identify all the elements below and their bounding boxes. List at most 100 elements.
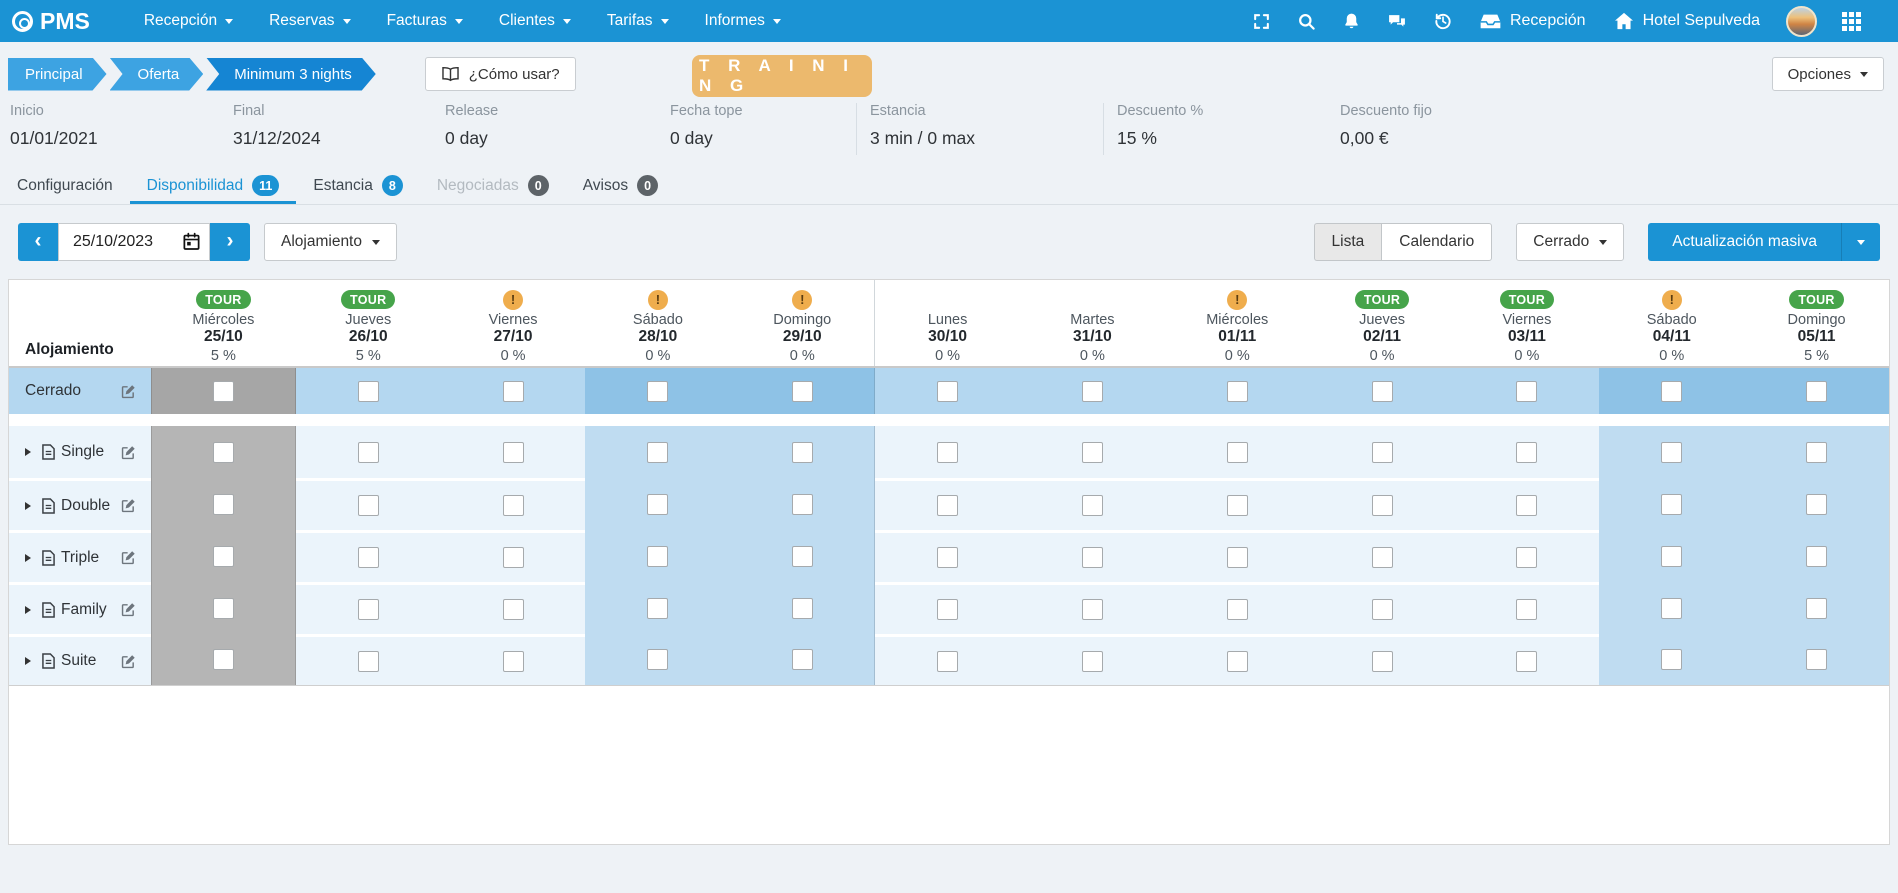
- edit-icon[interactable]: [120, 497, 137, 514]
- availability-checkbox-suite-25-10[interactable]: [213, 649, 234, 670]
- availability-checkbox-family-31-10[interactable]: [1082, 599, 1103, 620]
- menu-reservas[interactable]: Reservas: [251, 0, 368, 42]
- closed-checkbox-29-10[interactable]: [792, 381, 813, 402]
- availability-checkbox-family-25-10[interactable]: [213, 598, 234, 619]
- availability-checkbox-family-03-11[interactable]: [1516, 599, 1537, 620]
- availability-checkbox-suite-01-11[interactable]: [1227, 651, 1248, 672]
- availability-checkbox-family-27-10[interactable]: [503, 599, 524, 620]
- availability-checkbox-triple-25-10[interactable]: [213, 546, 234, 567]
- availability-checkbox-triple-28-10[interactable]: [647, 546, 668, 567]
- availability-checkbox-single-26-10[interactable]: [358, 442, 379, 463]
- view-list-button[interactable]: Lista: [1314, 223, 1382, 261]
- availability-checkbox-triple-02-11[interactable]: [1372, 547, 1393, 568]
- availability-checkbox-suite-26-10[interactable]: [358, 651, 379, 672]
- menu-recepcion[interactable]: Recepción: [126, 0, 251, 42]
- closed-checkbox-05-11[interactable]: [1806, 381, 1827, 402]
- how-to-use-button[interactable]: ¿Cómo usar?: [425, 57, 576, 91]
- closed-checkbox-04-11[interactable]: [1661, 381, 1682, 402]
- bell-icon[interactable]: [1329, 0, 1374, 42]
- availability-checkbox-suite-31-10[interactable]: [1082, 651, 1103, 672]
- availability-checkbox-double-27-10[interactable]: [503, 495, 524, 516]
- availability-checkbox-triple-30-10[interactable]: [937, 547, 958, 568]
- tab-estancia[interactable]: Estancia8: [296, 167, 419, 204]
- bulk-update-caret[interactable]: [1841, 223, 1880, 261]
- status-filter-button[interactable]: Cerrado: [1516, 223, 1624, 261]
- expand-row-icon[interactable]: [25, 606, 35, 614]
- closed-checkbox-27-10[interactable]: [503, 381, 524, 402]
- expand-row-icon[interactable]: [25, 657, 35, 665]
- availability-checkbox-family-30-10[interactable]: [937, 599, 958, 620]
- search-icon[interactable]: [1284, 0, 1329, 42]
- tab-avisos[interactable]: Avisos0: [566, 167, 675, 204]
- availability-checkbox-family-04-11[interactable]: [1661, 598, 1682, 619]
- availability-checkbox-single-29-10[interactable]: [792, 442, 813, 463]
- availability-checkbox-triple-01-11[interactable]: [1227, 547, 1248, 568]
- availability-checkbox-double-26-10[interactable]: [358, 495, 379, 516]
- availability-checkbox-double-30-10[interactable]: [937, 495, 958, 516]
- bulk-update-button[interactable]: Actualización masiva: [1648, 223, 1880, 261]
- edit-icon[interactable]: [120, 549, 137, 566]
- availability-checkbox-triple-29-10[interactable]: [792, 546, 813, 567]
- availability-checkbox-family-02-11[interactable]: [1372, 599, 1393, 620]
- availability-checkbox-suite-02-11[interactable]: [1372, 651, 1393, 672]
- availability-checkbox-suite-05-11[interactable]: [1806, 649, 1827, 670]
- menu-tarifas[interactable]: Tarifas: [589, 0, 687, 42]
- availability-checkbox-double-01-11[interactable]: [1227, 495, 1248, 516]
- closed-checkbox-25-10[interactable]: [213, 381, 234, 402]
- next-date-button[interactable]: ›: [210, 223, 250, 261]
- closed-checkbox-03-11[interactable]: [1516, 381, 1537, 402]
- availability-checkbox-single-02-11[interactable]: [1372, 442, 1393, 463]
- menu-informes[interactable]: Informes: [687, 0, 799, 42]
- availability-checkbox-family-05-11[interactable]: [1806, 598, 1827, 619]
- expand-row-icon[interactable]: [25, 448, 35, 456]
- closed-checkbox-02-11[interactable]: [1372, 381, 1393, 402]
- user-avatar[interactable]: [1786, 6, 1817, 37]
- fullscreen-icon[interactable]: [1239, 0, 1284, 42]
- edit-icon[interactable]: [120, 383, 137, 400]
- availability-checkbox-suite-29-10[interactable]: [792, 649, 813, 670]
- availability-checkbox-suite-27-10[interactable]: [503, 651, 524, 672]
- accommodation-filter-button[interactable]: Alojamiento: [264, 223, 397, 261]
- availability-checkbox-single-05-11[interactable]: [1806, 442, 1827, 463]
- availability-checkbox-double-31-10[interactable]: [1082, 495, 1103, 516]
- view-calendar-button[interactable]: Calendario: [1381, 223, 1492, 261]
- tab-configuracion[interactable]: Configuración: [0, 167, 130, 204]
- availability-checkbox-single-27-10[interactable]: [503, 442, 524, 463]
- availability-checkbox-single-03-11[interactable]: [1516, 442, 1537, 463]
- menu-clientes[interactable]: Clientes: [481, 0, 589, 42]
- availability-checkbox-triple-04-11[interactable]: [1661, 546, 1682, 567]
- availability-checkbox-single-01-11[interactable]: [1227, 442, 1248, 463]
- availability-checkbox-suite-04-11[interactable]: [1661, 649, 1682, 670]
- tab-negociadas[interactable]: Negociadas0: [420, 167, 566, 204]
- availability-checkbox-family-26-10[interactable]: [358, 599, 379, 620]
- availability-checkbox-single-04-11[interactable]: [1661, 442, 1682, 463]
- availability-checkbox-double-04-11[interactable]: [1661, 494, 1682, 515]
- closed-checkbox-30-10[interactable]: [937, 381, 958, 402]
- availability-checkbox-suite-03-11[interactable]: [1516, 651, 1537, 672]
- availability-checkbox-family-01-11[interactable]: [1227, 599, 1248, 620]
- availability-checkbox-suite-28-10[interactable]: [647, 649, 668, 670]
- closed-checkbox-28-10[interactable]: [647, 381, 668, 402]
- availability-checkbox-single-31-10[interactable]: [1082, 442, 1103, 463]
- availability-checkbox-double-02-11[interactable]: [1372, 495, 1393, 516]
- closed-checkbox-01-11[interactable]: [1227, 381, 1248, 402]
- edit-icon[interactable]: [120, 601, 137, 618]
- availability-checkbox-triple-03-11[interactable]: [1516, 547, 1537, 568]
- closed-checkbox-26-10[interactable]: [358, 381, 379, 402]
- reception-inbox[interactable]: Recepción: [1466, 12, 1600, 30]
- availability-checkbox-double-28-10[interactable]: [647, 494, 668, 515]
- apps-grid-icon[interactable]: [1829, 0, 1874, 42]
- chat-icon[interactable]: [1374, 0, 1420, 42]
- breadcrumb-item-principal[interactable]: Principal: [8, 58, 107, 91]
- breadcrumb-item-oferta[interactable]: Oferta: [110, 58, 204, 91]
- availability-checkbox-single-25-10[interactable]: [213, 442, 234, 463]
- availability-checkbox-double-03-11[interactable]: [1516, 495, 1537, 516]
- availability-checkbox-triple-26-10[interactable]: [358, 547, 379, 568]
- availability-checkbox-double-05-11[interactable]: [1806, 494, 1827, 515]
- availability-checkbox-triple-05-11[interactable]: [1806, 546, 1827, 567]
- edit-icon[interactable]: [120, 653, 137, 670]
- closed-checkbox-31-10[interactable]: [1082, 381, 1103, 402]
- edit-icon[interactable]: [120, 444, 137, 461]
- history-icon[interactable]: [1420, 0, 1466, 42]
- availability-checkbox-single-30-10[interactable]: [937, 442, 958, 463]
